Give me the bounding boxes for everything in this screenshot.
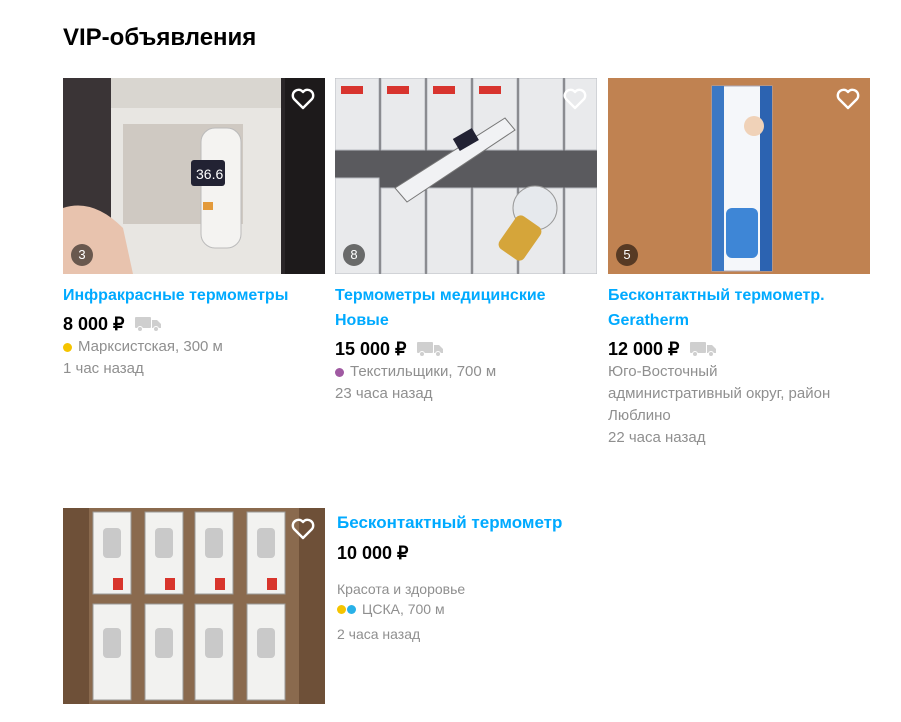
metro-station: Марксистская, 300 м	[63, 336, 325, 358]
listing-price: 10 000 ₽	[337, 543, 409, 563]
listing-time: 23 часа назад	[335, 385, 433, 402]
listing-title[interactable]: Бесконтактный термометр. Geratherm	[608, 283, 870, 333]
favorite-heart-icon[interactable]	[291, 518, 315, 540]
listing-photo[interactable]: 8	[335, 78, 597, 274]
metro-label: Текстильщики, 700 м	[350, 363, 497, 380]
listing-card: 36.6 3 Инфракрасные термометры 8 000 ₽ М…	[63, 78, 325, 380]
price-row: 8 000 ₽	[63, 312, 325, 336]
delivery-truck-icon	[689, 342, 716, 357]
photo-count-badge: 8	[343, 244, 365, 266]
delivery-truck-icon	[134, 317, 161, 332]
metro-line-dot	[63, 342, 72, 352]
listing-card: 8 Термометры медицинские Новые 15 000 ₽ …	[335, 78, 597, 405]
listing-card: 5 Бесконтактный термометр. Geratherm 12 …	[608, 78, 870, 449]
metro-label: Марксистская, 300 м	[78, 338, 223, 355]
listing-photo[interactable]	[63, 508, 325, 704]
listing-time: 1 час назад	[63, 360, 144, 377]
listing-time: 2 часа назад	[337, 626, 421, 642]
listing-price: 15 000 ₽	[335, 339, 407, 359]
listing-title[interactable]: Термометры медицинские Новые	[335, 283, 597, 333]
listing-photo[interactable]: 36.6 3	[63, 78, 325, 274]
listing-category: Красота и здоровье	[337, 581, 466, 597]
svg-text:36.6: 36.6	[196, 166, 223, 182]
metro-station: ЦСКА, 700 м	[337, 599, 627, 619]
delivery-truck-icon	[416, 342, 443, 357]
listing-photo[interactable]: 5	[608, 78, 870, 274]
photo-count-badge: 3	[71, 244, 93, 266]
geratherm-box-photo	[608, 78, 870, 274]
thermometer-box-photo: 36.6	[63, 78, 325, 274]
listing-location: Юго-Восточный административный округ, ра…	[608, 363, 831, 424]
listing-price: 8 000 ₽	[63, 314, 125, 334]
listing-title[interactable]: Бесконтактный термометр	[337, 510, 627, 535]
metro-line-dot	[337, 604, 346, 614]
listing-time: 22 часа назад	[608, 429, 706, 446]
favorite-heart-icon[interactable]	[836, 88, 860, 110]
listing-details: Бесконтактный термометр 10 000 ₽ Красота…	[337, 510, 627, 645]
listing-title[interactable]: Инфракрасные термометры	[63, 283, 325, 308]
metro-label: ЦСКА, 700 м	[362, 601, 445, 617]
favorite-heart-icon[interactable]	[563, 88, 587, 110]
thermometer-boxes-photo	[335, 78, 597, 274]
metro-line-dot	[335, 367, 344, 377]
favorite-heart-icon[interactable]	[291, 88, 315, 110]
photo-count-badge: 5	[616, 244, 638, 266]
listing-price: 12 000 ₽	[608, 339, 680, 359]
price-row: 12 000 ₽	[608, 337, 870, 361]
metro-station: Текстильщики, 700 м	[335, 361, 597, 383]
section-title: VIP-объявления	[63, 24, 257, 51]
price-row: 15 000 ₽	[335, 337, 597, 361]
metro-line-dot	[347, 604, 356, 614]
thermometer-boxes-grid-photo	[63, 508, 325, 704]
